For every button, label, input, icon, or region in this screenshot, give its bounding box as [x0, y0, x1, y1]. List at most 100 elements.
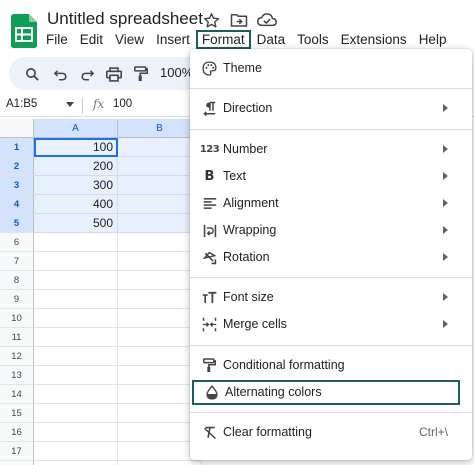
row-header[interactable]: 5 [0, 214, 34, 233]
formula-input[interactable]: 100 [113, 98, 132, 110]
menu-divider [190, 277, 472, 278]
menu-item-label: Number [223, 142, 268, 156]
menu-tools[interactable]: Tools [291, 30, 335, 49]
menu-item-label: Conditional formatting [223, 358, 345, 372]
document-title[interactable]: Untitled spreadsheet [47, 9, 203, 29]
search-icon[interactable] [22, 64, 42, 84]
menu-item-rotation[interactable]: Rotation [190, 245, 472, 270]
paint-format-icon[interactable] [131, 64, 151, 84]
menu-bar: File Edit View Insert Format Data Tools … [40, 30, 452, 49]
menu-item-label: Font size [223, 290, 274, 304]
row-header[interactable]: 8 [0, 271, 34, 290]
menu-divider [190, 412, 472, 413]
grid-cell[interactable] [118, 461, 202, 465]
zoom-select[interactable]: 100% [160, 65, 193, 80]
grid-cell[interactable] [34, 233, 118, 252]
grid-cell[interactable] [34, 271, 118, 290]
submenu-arrow-icon [443, 226, 448, 234]
column-header-a[interactable]: A [34, 119, 118, 138]
row-header[interactable]: 2 [0, 157, 34, 176]
grid-cell[interactable] [34, 461, 118, 465]
row-header[interactable]: 11 [0, 328, 34, 347]
row-header[interactable]: 14 [0, 385, 34, 404]
grid-cell[interactable] [34, 328, 118, 347]
submenu-arrow-icon [443, 320, 448, 328]
row-header[interactable]: 17 [0, 442, 34, 461]
grid-cell[interactable]: 300 [34, 176, 118, 195]
row-header[interactable]: 1 [0, 138, 34, 157]
text-wrap-icon [201, 222, 218, 239]
menu-item-merge-cells[interactable]: Merge cells [190, 312, 472, 337]
grid-cell[interactable] [34, 385, 118, 404]
print-icon[interactable] [104, 64, 124, 84]
select-all-corner[interactable] [0, 119, 34, 138]
function-icon: fx [93, 97, 105, 111]
grid-cell[interactable] [34, 366, 118, 385]
submenu-arrow-icon [443, 104, 448, 112]
format-menu: Theme Direction 123 Number B Text Alignm… [190, 49, 472, 460]
cloud-status-icon[interactable] [256, 10, 278, 30]
menu-insert[interactable]: Insert [150, 30, 196, 49]
grid-cell[interactable] [34, 309, 118, 328]
menu-data[interactable]: Data [251, 30, 292, 49]
row-header[interactable]: 3 [0, 176, 34, 195]
menu-item-alignment[interactable]: Alignment [190, 191, 472, 216]
row-header[interactable]: 15 [0, 404, 34, 423]
name-box[interactable]: A1:B5 [6, 98, 37, 110]
chevron-down-icon[interactable] [66, 102, 74, 107]
menu-help[interactable]: Help [413, 30, 453, 49]
menu-file[interactable]: File [40, 30, 74, 49]
menu-item-direction[interactable]: Direction [190, 96, 472, 121]
row-header[interactable]: 6 [0, 233, 34, 252]
grid-cell[interactable] [34, 404, 118, 423]
undo-icon[interactable] [50, 64, 70, 84]
row-header[interactable]: 9 [0, 290, 34, 309]
menu-item-label: Wrapping [223, 223, 277, 237]
submenu-arrow-icon [443, 145, 448, 153]
menu-format[interactable]: Format [195, 30, 251, 49]
grid-cell[interactable] [34, 252, 118, 271]
menu-extensions[interactable]: Extensions [335, 30, 413, 49]
menu-item-number[interactable]: 123 Number [190, 137, 472, 162]
grid-cell[interactable] [34, 290, 118, 309]
palette-icon [201, 60, 218, 77]
sheets-logo-icon[interactable] [11, 14, 37, 48]
grid-cell[interactable] [34, 442, 118, 461]
grid-cell[interactable] [34, 423, 118, 442]
menu-item-conditional-formatting[interactable]: Conditional formatting [190, 353, 472, 378]
formula-divider [82, 98, 83, 114]
active-cell-outline [34, 138, 118, 157]
menu-item-wrapping[interactable]: Wrapping [190, 218, 472, 243]
menu-item-label: Text [223, 169, 246, 183]
bold-icon: B [204, 169, 215, 184]
row-header[interactable]: 4 [0, 195, 34, 214]
menu-item-theme[interactable]: Theme [190, 56, 472, 81]
text-rotation-icon [201, 249, 218, 266]
menu-item-clear-formatting[interactable]: Clear formatting Ctrl+\ [190, 420, 472, 445]
row-header[interactable]: 7 [0, 252, 34, 271]
menu-divider [190, 88, 472, 89]
grid-cell[interactable]: 200 [34, 157, 118, 176]
grid-cell[interactable] [34, 347, 118, 366]
menu-edit[interactable]: Edit [74, 30, 109, 49]
row-header[interactable]: 12 [0, 347, 34, 366]
menu-item-text[interactable]: B Text [190, 164, 472, 189]
row-header[interactable]: 16 [0, 423, 34, 442]
row-header[interactable]: 10 [0, 309, 34, 328]
color-fill-drop-icon [203, 384, 220, 401]
redo-icon[interactable] [77, 64, 97, 84]
align-left-icon [201, 195, 218, 212]
submenu-arrow-icon [443, 172, 448, 180]
move-to-folder-icon[interactable] [228, 10, 250, 30]
merge-cells-icon [201, 316, 218, 333]
grid-cell[interactable]: 400 [34, 195, 118, 214]
menu-item-label: Merge cells [223, 317, 287, 331]
row-header[interactable]: 13 [0, 366, 34, 385]
menu-view[interactable]: View [109, 30, 150, 49]
menu-item-alternating-colors[interactable]: Alternating colors [192, 380, 460, 405]
row-header[interactable]: 18 [0, 461, 34, 465]
number-format-icon: 123 [199, 144, 220, 155]
grid-cell[interactable]: 500 [34, 214, 118, 233]
star-icon[interactable] [200, 10, 222, 30]
menu-item-font-size[interactable]: Font size [190, 285, 472, 310]
